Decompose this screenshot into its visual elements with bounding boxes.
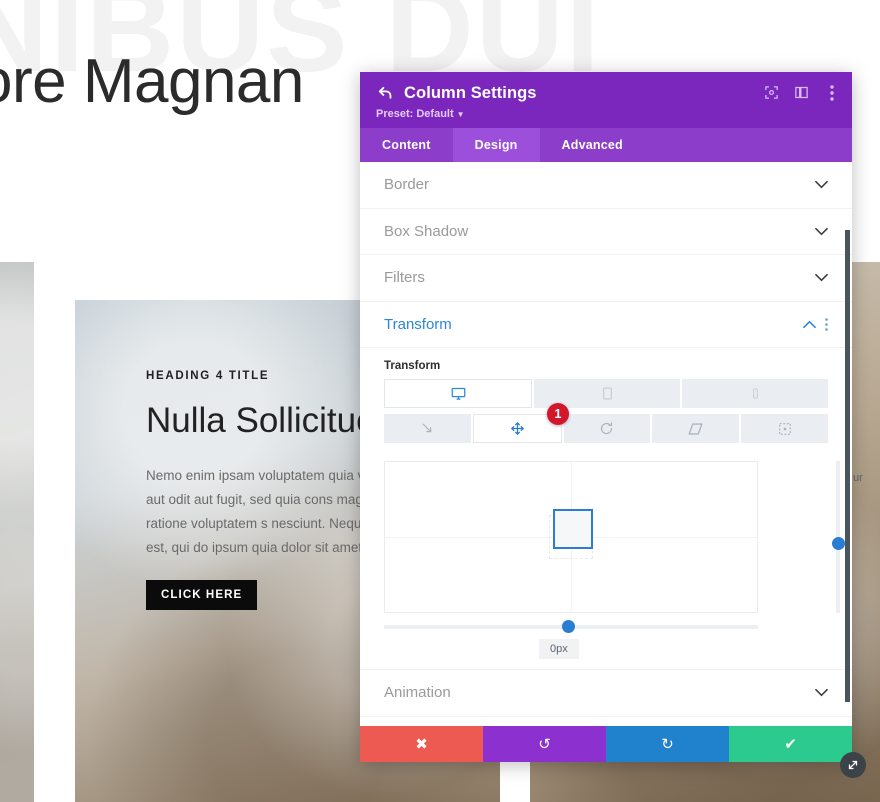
layout-split-icon[interactable] xyxy=(793,84,810,101)
modal-body: Border Box Shadow Filters Transform Tran… xyxy=(360,162,852,726)
chevron-up-icon xyxy=(803,320,816,328)
kebab-menu-icon[interactable] xyxy=(823,84,840,101)
chevron-down-icon xyxy=(815,273,828,282)
modal-action-bar: ✖ ↺ ↻ ✔ xyxy=(360,726,852,762)
transform-mode-tabs: 1 xyxy=(384,403,828,443)
phone-icon[interactable] xyxy=(682,379,828,408)
rotate-icon[interactable] xyxy=(563,414,651,443)
modal-header: Column Settings Preset: Default ▼ xyxy=(360,72,852,128)
section-box-shadow[interactable]: Box Shadow xyxy=(360,209,852,255)
save-button[interactable]: ✔ xyxy=(729,726,852,762)
section-transform-label: Transform xyxy=(384,315,452,333)
photo-texture xyxy=(0,262,34,802)
section-transform-controls xyxy=(803,317,828,331)
transform-field-label: Transform xyxy=(384,360,441,372)
modal-title: Column Settings xyxy=(404,84,537,102)
tab-design[interactable]: Design xyxy=(452,128,540,162)
horizontal-translate-slider[interactable]: 0px xyxy=(384,620,758,659)
modal-resize-handle[interactable] xyxy=(840,752,866,778)
section-border-label: Border xyxy=(384,176,430,194)
section-animation-label: Animation xyxy=(384,684,451,702)
translate-icon xyxy=(510,422,524,435)
origin-icon[interactable] xyxy=(741,414,828,443)
right-edge-text: ur xyxy=(853,472,863,484)
preset-selector[interactable]: Preset: Default ▼ xyxy=(376,108,836,120)
modal-header-icons xyxy=(763,84,840,101)
skew-icon[interactable] xyxy=(652,414,740,443)
chevron-down-icon xyxy=(815,180,828,189)
hero-title: ore Magnan xyxy=(0,47,304,116)
click-here-button[interactable]: CLICK HERE xyxy=(146,580,258,610)
chevron-down-icon: ▼ xyxy=(456,110,465,119)
section-transform[interactable]: Transform xyxy=(360,302,852,348)
undo-button[interactable]: ↺ xyxy=(483,726,606,762)
preset-label: Preset: Default xyxy=(376,108,454,120)
kebab-menu-icon[interactable] xyxy=(825,317,828,331)
chevron-down-icon xyxy=(815,227,828,236)
column-settings-modal: Column Settings Preset: Default ▼ Conten… xyxy=(360,72,852,762)
desktop-icon[interactable] xyxy=(384,379,532,408)
redo-button[interactable]: ↻ xyxy=(606,726,729,762)
focus-target-icon[interactable] xyxy=(763,84,780,101)
section-filters[interactable]: Filters xyxy=(360,255,852,302)
tab-advanced[interactable]: Advanced xyxy=(540,128,645,162)
section-box-shadow-label: Box Shadow xyxy=(384,222,469,240)
resize-diagonal-icon xyxy=(848,760,858,770)
scale-icon[interactable] xyxy=(384,414,471,443)
vertical-translate-slider[interactable]: 50px 2 xyxy=(832,461,845,613)
modal-tabs: Content Design Advanced xyxy=(360,128,852,162)
chevron-down-icon xyxy=(815,688,828,697)
photo-strip-left xyxy=(0,262,34,802)
tab-content[interactable]: Content xyxy=(360,128,453,162)
modal-scrollbar[interactable] xyxy=(843,162,852,726)
transform-canvas[interactable] xyxy=(384,461,758,613)
section-filters-label: Filters xyxy=(384,269,425,287)
section-border[interactable]: Border xyxy=(360,162,852,209)
section-animation[interactable]: Animation xyxy=(360,670,852,717)
back-arrow-icon[interactable] xyxy=(376,85,394,103)
device-responsive-tabs xyxy=(384,379,828,408)
translate-mode-button[interactable]: 1 xyxy=(472,403,569,443)
horizontal-value-badge: 0px xyxy=(539,639,579,659)
scrollbar-thumb[interactable] xyxy=(845,230,850,702)
transform-object-box[interactable] xyxy=(553,509,593,549)
transform-canvas-area: 50px 2 0px xyxy=(384,461,845,659)
transform-section-content: Transform 1 0px xyxy=(360,348,852,670)
horizontal-slider-handle[interactable] xyxy=(562,620,575,633)
step-marker-1: 1 xyxy=(547,403,569,425)
cancel-button[interactable]: ✖ xyxy=(360,726,483,762)
